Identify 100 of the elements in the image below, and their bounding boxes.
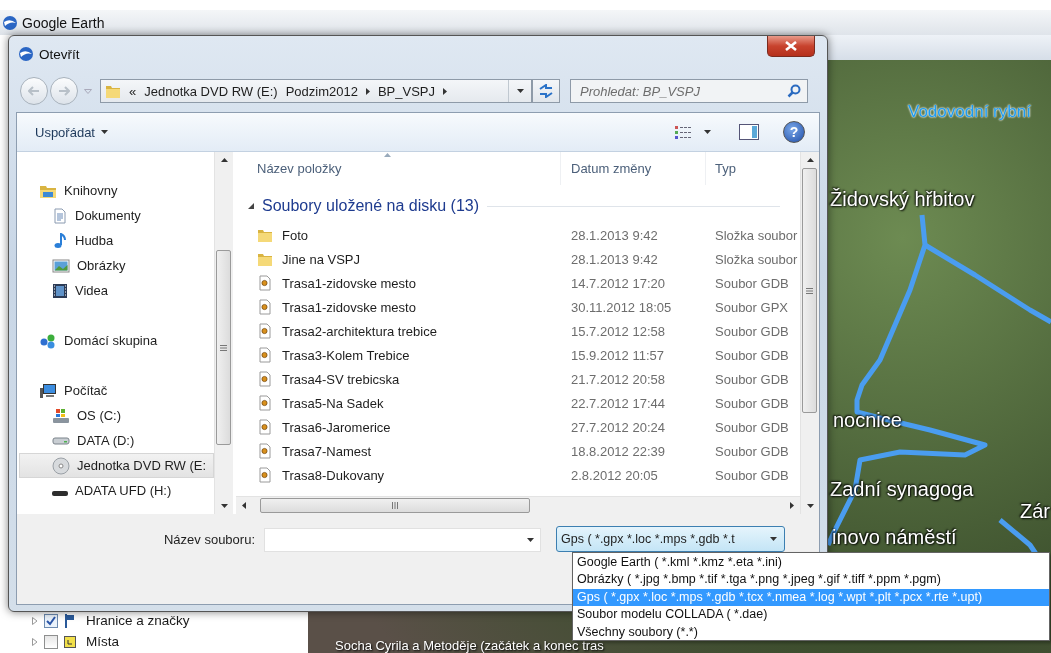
navigation-item[interactable]: Knihovny (17, 178, 214, 203)
breadcrumb-item[interactable]: Podzim2012 (285, 83, 358, 99)
column-header[interactable]: Typ (706, 152, 800, 185)
network-icon (39, 332, 57, 349)
file-type-dropdown[interactable]: Gps ( *.gpx *.loc *.mps *.gdb *.t (556, 526, 785, 552)
scroll-down-icon (806, 504, 814, 508)
expander-icon (32, 616, 38, 625)
group-header[interactable]: Soubory uložené na disku (13) (262, 197, 480, 215)
file-item[interactable]: Trasa8-Dukovany (236, 467, 561, 483)
caret-icon (704, 130, 711, 134)
address-bar[interactable]: « Jednotka DVD RW (E:) Podzim2012 BP_VSPJ (100, 79, 532, 103)
navigation-item[interactable]: ADATA UFD (H:) (17, 478, 214, 503)
drive-icon (52, 491, 68, 496)
file-icon (257, 275, 273, 291)
scroll-left-icon (242, 502, 246, 509)
table-cell-text: Soubor GDB (714, 467, 790, 483)
file-icon (257, 347, 273, 363)
drive-icon (52, 436, 70, 445)
navigation-item[interactable]: Domácí skupina (17, 328, 214, 353)
preview-pane-icon (739, 124, 759, 140)
navigation-item[interactable]: DATA (D:) (17, 428, 214, 453)
refresh-button[interactable] (532, 79, 560, 103)
file-icon (257, 467, 273, 483)
table-cell-text: 15.9.2012 11:57 (570, 347, 665, 363)
table-cell-text: Soubor GDB (714, 347, 790, 363)
navigation-item[interactable]: Obrázky (17, 253, 214, 278)
table-cell-text: 15.7.2012 12:58 (570, 323, 666, 339)
grip-icon (392, 502, 398, 509)
column-header[interactable]: Datum změny (561, 152, 706, 185)
navigation-item[interactable]: Hudba (17, 228, 214, 253)
scroll-down-icon (220, 504, 228, 508)
computer-icon (39, 382, 57, 399)
dropdown-option[interactable]: Obrázky ( *.jpg *.bmp *.tif *.tga *.png *.jpeg *.gif *.tiff *.ppm *.pgm) (573, 571, 1049, 589)
file-item[interactable]: Foto (236, 227, 561, 243)
overflow-chevron[interactable]: « (129, 83, 137, 99)
map-label: Vodovodní rybní (908, 102, 1031, 122)
music-note-icon (52, 232, 68, 249)
dropdown-option[interactable]: Všechny soubory (*.*) (573, 623, 1049, 641)
table-cell-text: Soubor GDB (714, 395, 790, 411)
navigation-item[interactable]: OS (C:) (17, 403, 214, 428)
close-button[interactable] (767, 36, 815, 57)
file-item[interactable]: Trasa1-zidovske mesto (236, 275, 561, 291)
file-item[interactable]: Trasa7-Namest (236, 443, 561, 459)
checkbox[interactable] (44, 634, 58, 649)
grip-icon (806, 287, 813, 294)
layer-label[interactable]: Hranice a značky (86, 613, 190, 628)
scrollbar[interactable] (800, 152, 819, 514)
layer-label[interactable]: Místa (86, 634, 119, 649)
scrollbar[interactable] (236, 496, 800, 514)
breadcrumb-item[interactable]: Jednotka DVD RW (E:) (144, 83, 278, 99)
file-name-field[interactable] (264, 528, 541, 552)
grip-icon (220, 344, 227, 351)
table-cell-text: 27.7.2012 20:24 (570, 419, 666, 435)
history-caret-icon[interactable] (84, 88, 92, 94)
table-cell-text: 21.7.2012 20:58 (570, 371, 666, 387)
globe-icon (18, 46, 34, 62)
table-cell-text: Složka soubor (714, 227, 799, 243)
scroll-thumb[interactable] (802, 168, 817, 413)
map-label: Zár (1020, 500, 1050, 523)
document-icon (52, 207, 68, 224)
breadcrumb-item[interactable]: BP_VSPJ (377, 83, 436, 99)
drive-icon (52, 407, 70, 424)
table-cell-text: Soubor GDB (714, 323, 790, 339)
scroll-up-icon (806, 158, 814, 162)
navigation-item[interactable]: Počítač (17, 378, 214, 403)
table-cell-text: Soubor GDB (714, 419, 790, 435)
table-cell-text: Soubor GDB (714, 443, 790, 459)
navigation-item[interactable]: Videa (17, 278, 214, 303)
expander-icon (32, 637, 38, 646)
table-cell-text: Soubor GDB (714, 275, 790, 291)
file-item[interactable]: Trasa2-architektura trebice (236, 323, 561, 339)
table-cell-text: 2.8.2012 20:05 (570, 467, 659, 483)
scroll-thumb[interactable] (216, 250, 231, 445)
scrollbar[interactable] (214, 152, 233, 514)
forward-button[interactable] (50, 77, 78, 105)
file-icon (257, 443, 273, 459)
navigation-item[interactable]: Dokumenty (17, 203, 214, 228)
organize-button[interactable]: Uspořádat (31, 120, 112, 144)
file-item[interactable]: Jine na VSPJ (236, 251, 561, 267)
preview-pane-button[interactable] (737, 122, 761, 142)
file-icon (257, 299, 273, 315)
file-item[interactable]: Trasa5-Na Sadek (236, 395, 561, 411)
dropdown-option[interactable]: Soubor modelu COLLADA ( *.dae) (573, 606, 1049, 624)
file-icon (257, 419, 273, 435)
file-item[interactable]: Trasa4-SV trebicska (236, 371, 561, 387)
checkbox[interactable] (44, 613, 58, 628)
file-item[interactable]: Trasa6-Jaromerice (236, 419, 561, 435)
dropdown-option[interactable]: Google Earth ( *.kml *.kmz *.eta *.ini) (573, 554, 1049, 572)
column-header[interactable]: Název položky (236, 152, 561, 185)
dialog-title: Otevřít (39, 46, 80, 62)
scroll-thumb[interactable] (260, 498, 530, 513)
search-field[interactable]: Prohledat: BP_VSPJ (570, 79, 808, 103)
file-item[interactable]: Trasa1-zidovske mesto (236, 299, 561, 315)
map-label: inovo náměstí (832, 526, 957, 549)
file-item[interactable]: Trasa3-Kolem Trebice (236, 347, 561, 363)
back-button[interactable] (20, 77, 48, 105)
film-icon (52, 282, 68, 299)
navigation-item[interactable]: Jednotka DVD RW (E: (19, 453, 214, 478)
map-label: Socha Cyrila a Metoděje (začátek a konec tras (335, 639, 604, 653)
table-cell-text: 30.11.2012 18:05 (570, 299, 673, 315)
